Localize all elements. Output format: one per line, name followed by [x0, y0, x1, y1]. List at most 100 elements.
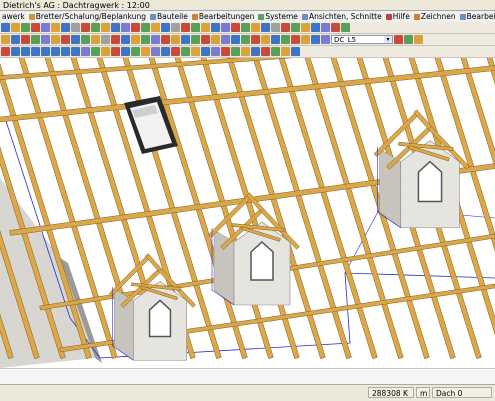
menu-item[interactable]: Zeichnen [412, 11, 458, 22]
toolbar-button-icon[interactable] [404, 35, 413, 44]
3d-viewport[interactable] [0, 58, 495, 368]
menu-item[interactable]: awerk [0, 11, 27, 22]
toolbar-button-icon[interactable] [41, 47, 50, 56]
toolbar-button-icon[interactable] [91, 35, 100, 44]
toolbar-button-icon[interactable] [101, 47, 110, 56]
toolbar-button-icon[interactable] [291, 23, 300, 32]
toolbar-button-icon[interactable] [281, 23, 290, 32]
toolbar-button-icon[interactable] [271, 35, 280, 44]
toolbar-button-icon[interactable] [341, 23, 350, 32]
toolbar-button-icon[interactable] [191, 35, 200, 44]
toolbar-button-icon[interactable] [21, 23, 30, 32]
toolbar-button-icon[interactable] [231, 47, 240, 56]
toolbar-button-icon[interactable] [121, 23, 130, 32]
toolbar-button-icon[interactable] [271, 47, 280, 56]
toolbar-button-icon[interactable] [191, 47, 200, 56]
toolbar-button-icon[interactable] [151, 47, 160, 56]
toolbar-button-icon[interactable] [81, 35, 90, 44]
toolbar-button-icon[interactable] [241, 23, 250, 32]
toolbar-button-icon[interactable] [121, 35, 130, 44]
toolbar-button-icon[interactable] [261, 35, 270, 44]
menu-item[interactable]: Bearbeitungen [190, 11, 256, 22]
toolbar-button-icon[interactable] [201, 35, 210, 44]
toolbar-button-icon[interactable] [161, 47, 170, 56]
toolbar-button-icon[interactable] [31, 35, 40, 44]
toolbar-button-icon[interactable] [181, 23, 190, 32]
toolbar-button-icon[interactable] [41, 23, 50, 32]
toolbar-button-icon[interactable] [41, 35, 50, 44]
toolbar-button-icon[interactable] [321, 35, 330, 44]
toolbar-button-icon[interactable] [221, 35, 230, 44]
toolbar-button-icon[interactable] [201, 23, 210, 32]
toolbar-button-icon[interactable] [61, 47, 70, 56]
toolbar-button-icon[interactable] [171, 35, 180, 44]
menu-item[interactable]: Ansichten, Schnitte [300, 11, 384, 22]
toolbar-button-icon[interactable] [191, 23, 200, 32]
command-line[interactable] [0, 368, 495, 385]
toolbar-button-icon[interactable] [101, 35, 110, 44]
toolbar-button-icon[interactable] [141, 35, 150, 44]
toolbar-button-icon[interactable] [1, 23, 10, 32]
toolbar-button-icon[interactable] [414, 35, 423, 44]
toolbar-button-icon[interactable] [21, 47, 30, 56]
toolbar-button-icon[interactable] [31, 47, 40, 56]
toolbar-button-icon[interactable] [171, 47, 180, 56]
toolbar-button-icon[interactable] [81, 23, 90, 32]
chevron-down-icon[interactable]: ▾ [384, 36, 392, 43]
roof-model-canvas[interactable] [0, 58, 495, 368]
toolbar-button-icon[interactable] [221, 23, 230, 32]
toolbar-button-icon[interactable] [11, 35, 20, 44]
toolbar-button-icon[interactable] [251, 47, 260, 56]
toolbar-button-icon[interactable] [91, 23, 100, 32]
toolbar-button-icon[interactable] [141, 23, 150, 32]
toolbar-button-icon[interactable] [71, 47, 80, 56]
toolbar-button-icon[interactable] [181, 47, 190, 56]
toolbar-button-icon[interactable] [394, 35, 403, 44]
toolbar-button-icon[interactable] [141, 47, 150, 56]
toolbar-button-icon[interactable] [201, 47, 210, 56]
toolbar-button-icon[interactable] [181, 35, 190, 44]
toolbar-button-icon[interactable] [71, 23, 80, 32]
toolbar-button-icon[interactable] [71, 35, 80, 44]
toolbar-button-icon[interactable] [311, 23, 320, 32]
toolbar-button-icon[interactable] [81, 47, 90, 56]
menu-item[interactable]: Systeme [256, 11, 300, 22]
toolbar-button-icon[interactable] [161, 23, 170, 32]
toolbar-button-icon[interactable] [331, 23, 340, 32]
toolbar-button-icon[interactable] [131, 47, 140, 56]
toolbar-button-icon[interactable] [321, 23, 330, 32]
toolbar-button-icon[interactable] [1, 35, 10, 44]
toolbar-button-icon[interactable] [11, 23, 20, 32]
toolbar-button-icon[interactable] [111, 47, 120, 56]
toolbar-button-icon[interactable] [281, 47, 290, 56]
toolbar-button-icon[interactable] [31, 23, 40, 32]
toolbar-button-icon[interactable] [161, 35, 170, 44]
toolbar-button-icon[interactable] [241, 35, 250, 44]
menu-item[interactable]: Bretter/Schalung/Beplankung [27, 11, 148, 22]
toolbar-button-icon[interactable] [281, 35, 290, 44]
toolbar-button-icon[interactable] [11, 47, 20, 56]
toolbar-button-icon[interactable] [151, 23, 160, 32]
toolbar-button-icon[interactable] [221, 47, 230, 56]
toolbar-button-icon[interactable] [121, 47, 130, 56]
toolbar-button-icon[interactable] [301, 23, 310, 32]
toolbar-button-icon[interactable] [21, 35, 30, 44]
toolbar-button-icon[interactable] [291, 47, 300, 56]
toolbar-button-icon[interactable] [131, 23, 140, 32]
toolbar-button-icon[interactable] [51, 23, 60, 32]
toolbar-button-icon[interactable] [301, 35, 310, 44]
toolbar-button-icon[interactable] [261, 47, 270, 56]
menu-item[interactable]: Bearbeiten [458, 11, 495, 22]
toolbar-button-icon[interactable] [151, 35, 160, 44]
toolbar-button-icon[interactable] [291, 35, 300, 44]
toolbar-button-icon[interactable] [101, 23, 110, 32]
layer-combo[interactable]: DC_L5 ▾ [331, 35, 393, 44]
toolbar-button-icon[interactable] [111, 23, 120, 32]
toolbar-button-icon[interactable] [51, 35, 60, 44]
toolbar-button-icon[interactable] [251, 23, 260, 32]
toolbar-button-icon[interactable] [51, 47, 60, 56]
toolbar-button-icon[interactable] [211, 23, 220, 32]
toolbar-button-icon[interactable] [241, 47, 250, 56]
toolbar-button-icon[interactable] [231, 23, 240, 32]
toolbar-button-icon[interactable] [91, 47, 100, 56]
